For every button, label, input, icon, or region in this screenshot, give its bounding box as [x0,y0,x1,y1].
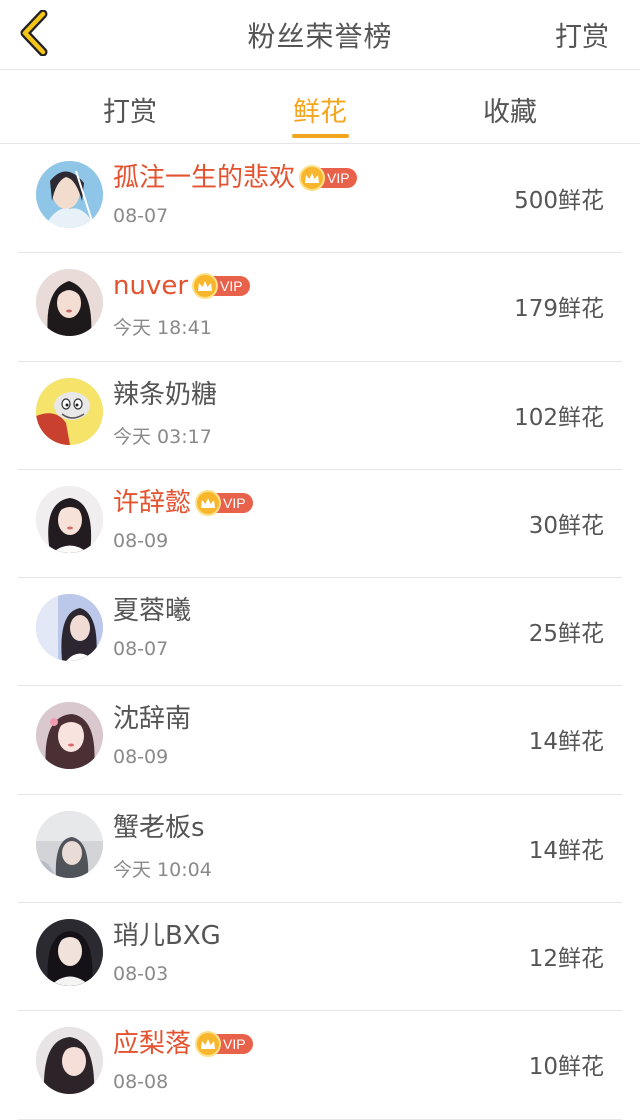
list-item[interactable]: nuver VIP 今天 18:41 179鲜花 [0,253,640,362]
list-item[interactable]: 应梨落 VIP 08-08 10鲜花 [0,1011,640,1120]
fan-time: 今天 18:41 [113,317,212,340]
fan-time: 今天 10:04 [113,858,212,881]
avatar [36,919,103,987]
flower-count: 500鲜花 [514,188,604,214]
flower-count: 25鲜花 [528,621,604,648]
fan-name: 夏蓉曦 [113,596,192,627]
flower-count: 14鲜花 [528,837,604,864]
avatar [36,1027,103,1095]
active-tab-indicator [292,134,349,138]
fan-time: 08-07 [113,205,169,227]
fan-time: 08-07 [113,638,169,661]
vip-badge: VIP [299,165,357,191]
flower-count: 30鲜花 [528,512,604,539]
top-bar: 粉丝荣誉榜 打赏 [0,0,640,70]
vip-badge: VIP [195,1031,253,1058]
vip-badge: VIP [192,273,250,300]
fan-name: 辣条奶糖 [113,379,218,410]
flower-count: 102鲜花 [514,404,604,431]
crown-icon [195,489,222,516]
fan-time: 08-09 [113,746,169,769]
fan-name: 孤注一生的悲欢 [113,163,296,193]
list-item[interactable]: 辣条奶糖 今天 03:17 102鲜花 [0,362,640,471]
list-item[interactable]: 蟹老板s 今天 10:04 14鲜花 [0,795,640,904]
avatar [36,702,103,770]
avatar [36,377,103,445]
tab-tips[interactable]: 打赏 [103,90,157,129]
page-title: 粉丝荣誉榜 [247,20,393,53]
fan-name: 蟹老板s [113,812,205,843]
fan-name: 许辞懿 [113,487,192,518]
fan-name: 应梨落 [113,1029,192,1060]
fan-name: 沈辞南 [113,704,192,735]
list-item[interactable]: 许辞懿 VIP 08-09 30鲜花 [0,470,640,579]
flower-count: 10鲜花 [528,1054,604,1081]
avatar [36,485,103,553]
crown-icon [299,165,326,191]
tab-flowers[interactable]: 鲜花 [293,90,347,129]
chevron-left-icon [20,10,48,56]
tab-bar: 打赏 鲜花 收藏 [0,70,640,144]
flower-count: 14鲜花 [528,729,604,756]
list-item[interactable]: 孤注一生的悲欢 VIP 08-07 500鲜花 [0,145,640,254]
fan-time: 08-09 [113,529,169,552]
flower-count: 12鲜花 [528,946,604,973]
list-item[interactable]: 沈辞南 08-09 14鲜花 [0,686,640,796]
avatar [36,594,103,662]
tab-favorites[interactable]: 收藏 [483,90,537,129]
fan-time: 08-08 [113,1071,169,1094]
avatar [36,161,103,228]
fan-ranking-list: 孤注一生的悲欢 VIP 08-07 500鲜花 nuver VIP 今天 18:… [0,145,640,1120]
fan-time: 08-03 [113,963,169,986]
back-button[interactable] [14,9,54,57]
tip-button[interactable]: 打赏 [555,15,609,54]
list-item[interactable]: 琑儿BXG 08-03 12鲜花 [0,903,640,1012]
vip-badge: VIP [195,489,253,516]
fan-name: nuver [113,271,189,302]
avatar [36,269,103,337]
avatar [36,810,103,878]
fan-time: 今天 03:17 [113,425,212,448]
flower-count: 179鲜花 [514,296,604,323]
fan-name: 琑儿BXG [113,921,221,952]
list-item[interactable]: 夏蓉曦 08-07 25鲜花 [0,578,640,687]
